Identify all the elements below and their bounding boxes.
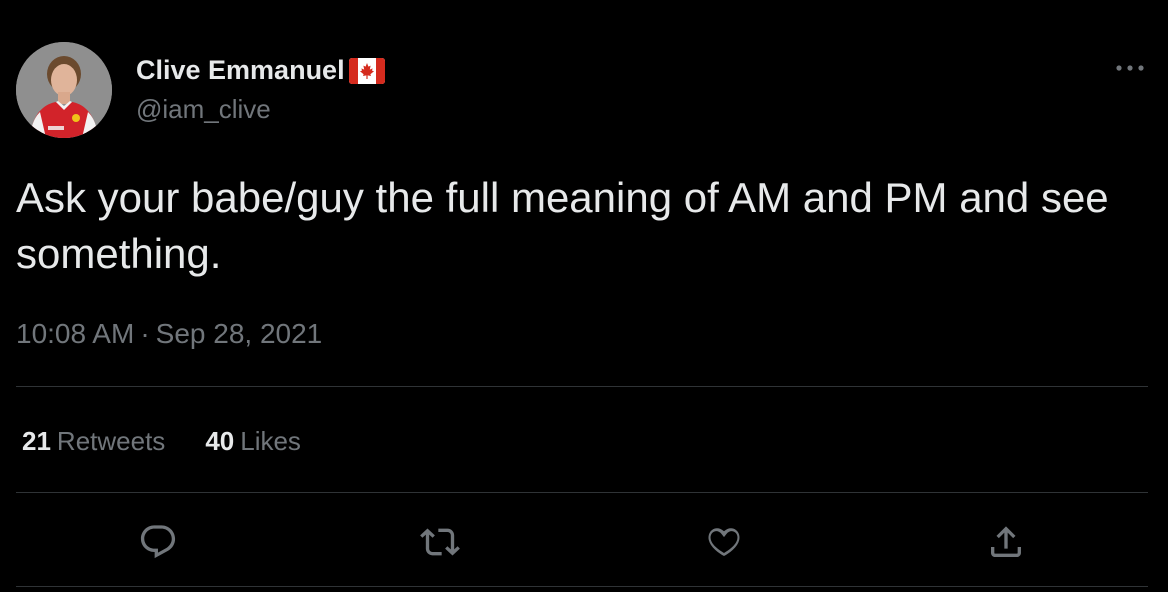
more-icon <box>1116 65 1144 71</box>
divider <box>16 586 1148 587</box>
canada-flag-icon <box>348 58 385 84</box>
likes-label: Likes <box>240 426 301 456</box>
share-button[interactable] <box>984 520 1028 564</box>
meta-separator: · <box>140 318 150 349</box>
retweet-button[interactable] <box>418 520 462 564</box>
retweets-stat[interactable]: 21 Retweets <box>22 424 165 458</box>
tweet-timestamp[interactable]: 10:08 AM · Sep 28, 2021 <box>16 316 322 352</box>
retweet-icon <box>420 528 460 556</box>
retweets-count: 21 <box>22 426 51 456</box>
tweet-text: Ask your babe/guy the full meaning of AM… <box>16 174 1109 277</box>
share-icon <box>991 526 1021 557</box>
divider <box>16 492 1148 493</box>
author-handle[interactable]: @iam_clive <box>136 94 271 124</box>
author-display-name[interactable]: Clive Emmanuel <box>136 54 385 86</box>
retweets-label: Retweets <box>56 426 166 456</box>
likes-stat[interactable]: 40 Likes <box>205 424 301 458</box>
more-options-button[interactable] <box>1114 56 1146 80</box>
reply-icon <box>140 525 176 559</box>
avatar[interactable] <box>16 42 112 138</box>
author-name-text: Clive Emmanuel <box>136 55 345 85</box>
avatar-image <box>16 42 112 138</box>
tweet-card: Clive Emmanuel @iam_clive Ask your babe/… <box>0 0 1168 592</box>
likes-count: 40 <box>205 426 235 456</box>
heart-icon <box>708 528 740 557</box>
tweet-time: 10:08 AM <box>16 318 135 349</box>
engagement-stats: 21 Retweets 40 Likes <box>22 424 301 458</box>
tweet-date: Sep 28, 2021 <box>155 318 323 349</box>
like-button[interactable] <box>702 520 746 564</box>
divider <box>16 386 1148 387</box>
reply-button[interactable] <box>136 520 180 564</box>
